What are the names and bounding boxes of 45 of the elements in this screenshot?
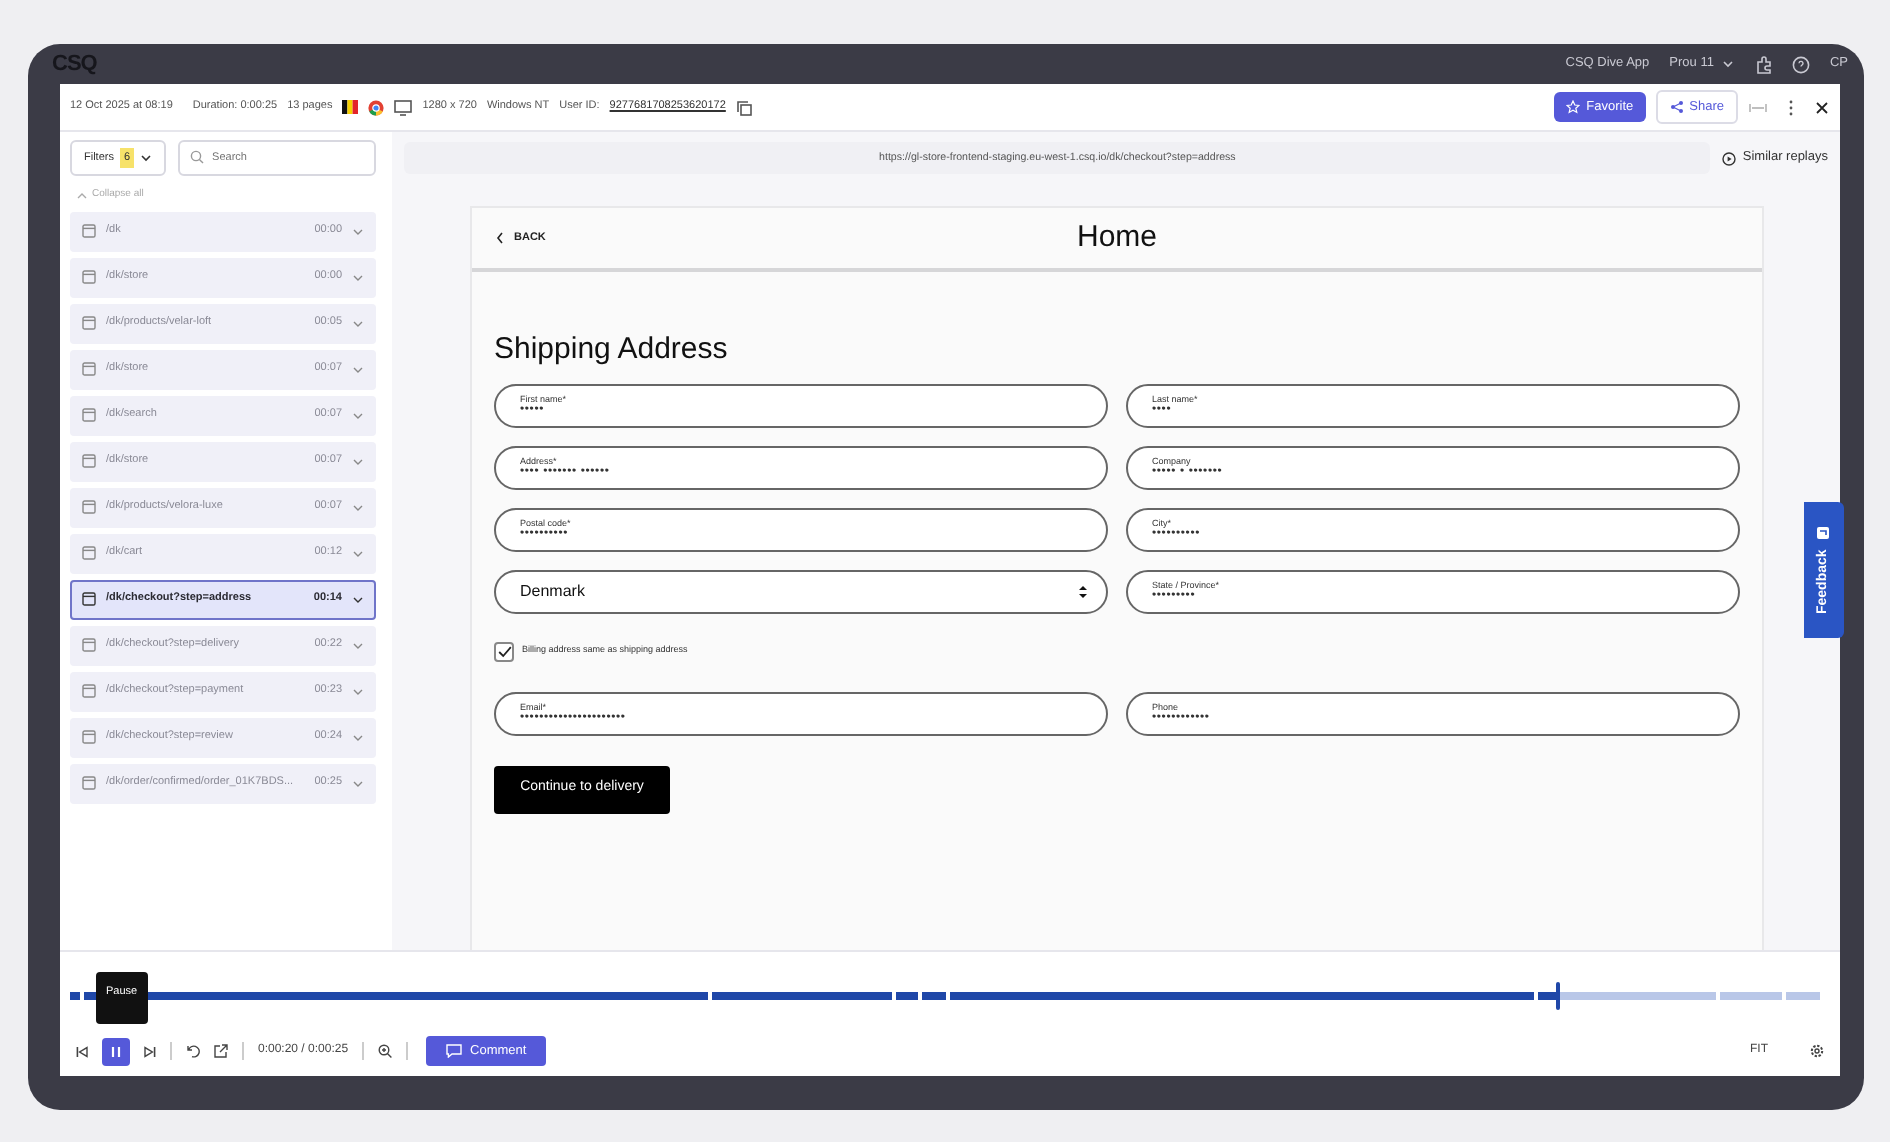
close-icon[interactable] xyxy=(1816,101,1828,113)
copy-icon[interactable] xyxy=(735,99,752,115)
page-title: Home xyxy=(1076,219,1157,254)
page-icon xyxy=(82,224,96,238)
flag-icon xyxy=(342,100,359,114)
chevron-left-icon xyxy=(496,232,504,244)
page-icon xyxy=(82,270,96,284)
page-icon xyxy=(82,684,96,698)
more-icon[interactable] xyxy=(1788,99,1794,115)
page-icon xyxy=(82,500,96,514)
pause-icon xyxy=(110,1045,122,1057)
page-icon xyxy=(82,362,96,376)
section-heading: Shipping Address xyxy=(494,330,730,370)
rewind-icon[interactable] xyxy=(186,1044,200,1058)
checkbox[interactable] xyxy=(494,641,514,661)
monitor-icon xyxy=(394,99,413,115)
share-icon xyxy=(1669,100,1684,114)
page-icon xyxy=(82,730,96,744)
chevron-icon xyxy=(1721,60,1734,68)
feedback-icon xyxy=(1817,526,1831,541)
country-select[interactable]: Denmark xyxy=(494,569,1108,613)
skip-forward-icon[interactable] xyxy=(144,1045,156,1057)
page-icon xyxy=(82,546,96,560)
play-circle-icon xyxy=(1722,151,1737,165)
sort-arrows-icon xyxy=(1078,583,1088,599)
browser-icon xyxy=(368,99,385,115)
export-icon[interactable] xyxy=(214,1044,228,1058)
star-icon xyxy=(1566,100,1581,114)
zoom-in-icon[interactable] xyxy=(378,1044,393,1058)
puzzle-icon[interactable] xyxy=(1753,55,1772,73)
chevron-up-icon xyxy=(76,191,88,200)
page-icon xyxy=(82,592,96,606)
chevron-icon[interactable] xyxy=(352,595,364,603)
help-icon[interactable] xyxy=(1791,55,1810,73)
chevron-icon xyxy=(140,154,153,162)
page-icon xyxy=(82,776,96,790)
page-icon xyxy=(82,408,96,422)
page-icon xyxy=(82,638,96,652)
page-icon xyxy=(82,454,96,468)
playhead[interactable] xyxy=(1555,982,1560,1010)
settings-icon[interactable] xyxy=(1810,1044,1824,1058)
page-icon xyxy=(82,316,96,330)
skip-back-icon[interactable] xyxy=(76,1045,88,1057)
play-pause-button[interactable] xyxy=(102,1037,130,1065)
chat-icon xyxy=(446,1044,463,1058)
